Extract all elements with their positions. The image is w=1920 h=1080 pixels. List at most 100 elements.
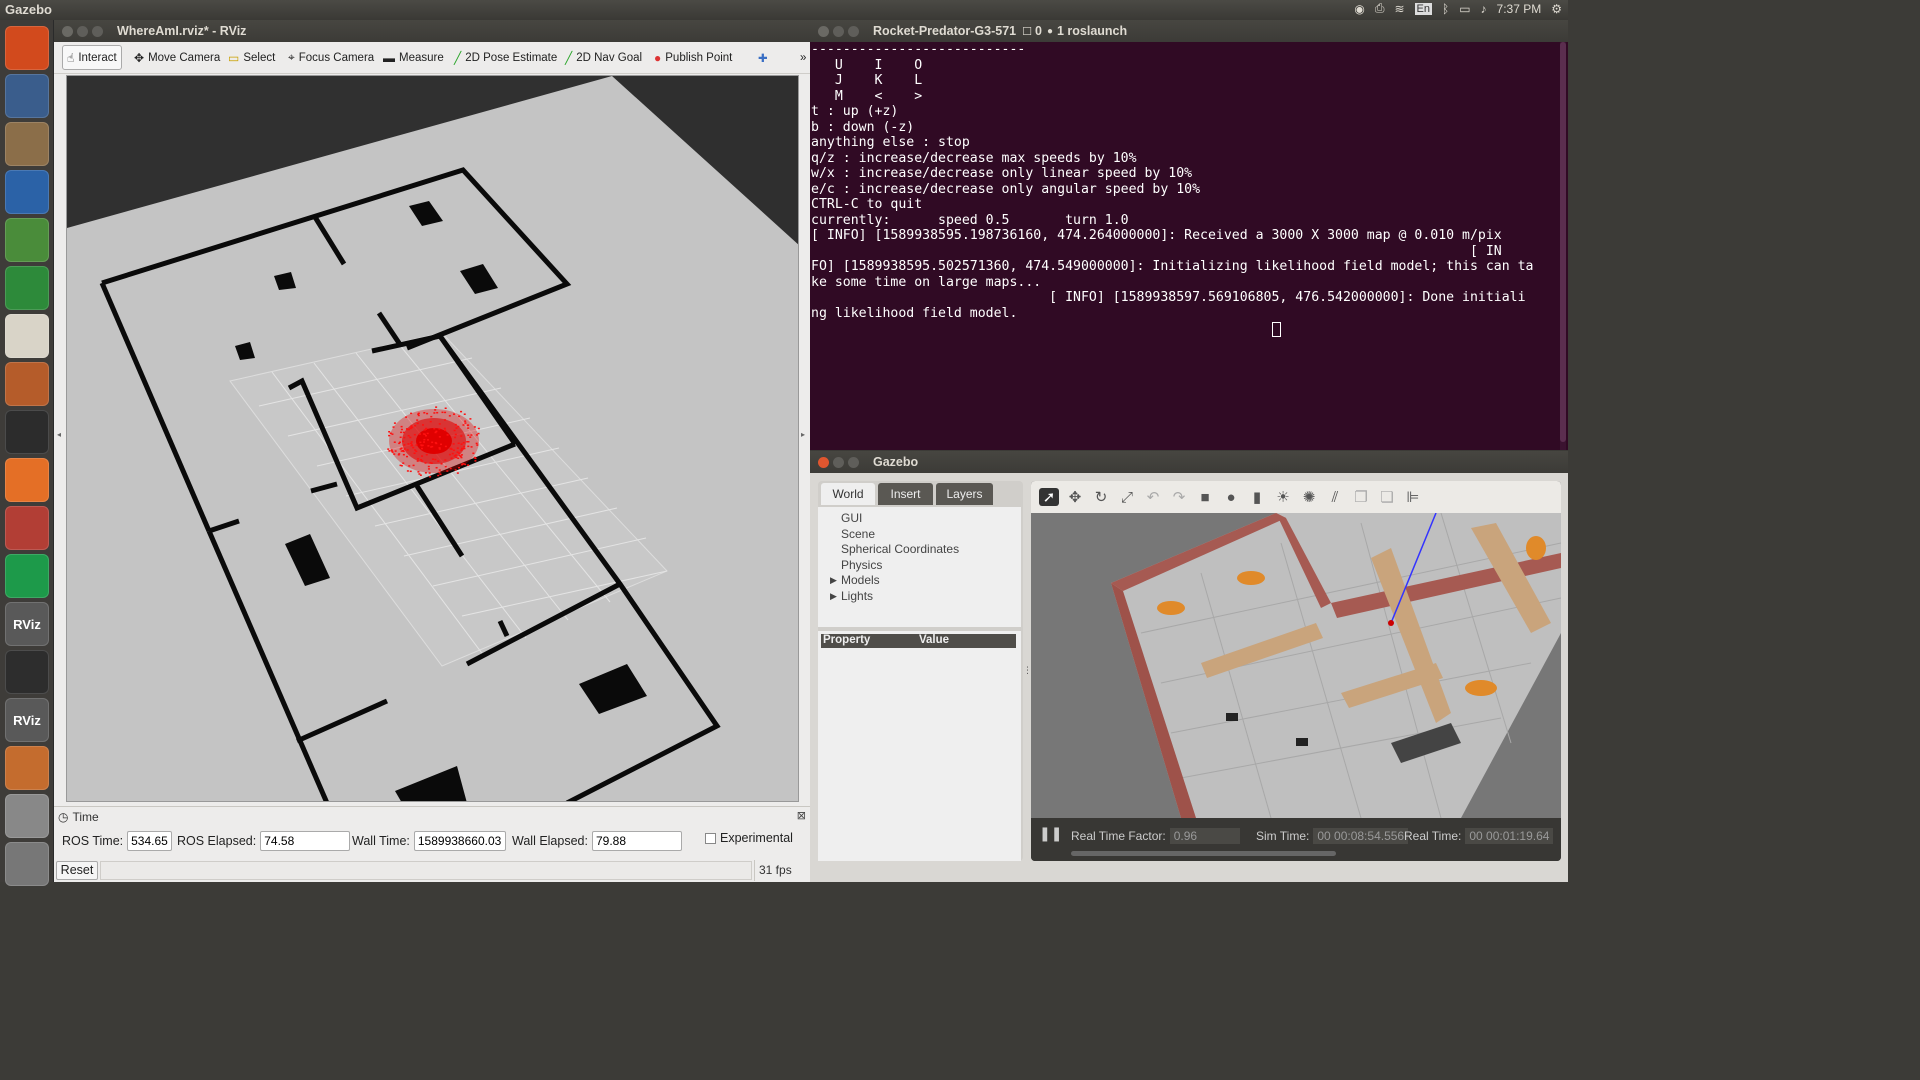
ros-elapsed-field[interactable] xyxy=(260,831,351,851)
add-tool-button[interactable]: ✚ xyxy=(754,45,772,70)
tree-item-spherical[interactable]: Spherical Coordinates xyxy=(841,542,959,556)
clock[interactable]: 7:37 PM xyxy=(1497,2,1542,16)
trash-icon[interactable] xyxy=(5,842,49,886)
pose-estimate-tool[interactable]: ╱ 2D Pose Estimate xyxy=(450,45,561,70)
obs-tray-icon[interactable]: ◉ xyxy=(1354,2,1364,16)
terminal-titlebar[interactable]: Rocket-Predator-G3-571 ☐ 0 ● 1 roslaunch xyxy=(810,20,1568,42)
software-center-icon[interactable] xyxy=(5,458,49,502)
files-icon[interactable] xyxy=(5,122,49,166)
tree-item-gui[interactable]: GUI xyxy=(841,511,862,525)
chrome-icon[interactable] xyxy=(5,218,49,262)
align-icon[interactable]: ⊫ xyxy=(1403,488,1423,506)
particle xyxy=(427,445,430,447)
scale-mode-icon[interactable]: ⤢ xyxy=(1117,489,1137,506)
amazon-icon[interactable] xyxy=(5,314,49,358)
printer-icon[interactable]: ⎙ xyxy=(1375,1,1385,16)
tree-item-physics[interactable]: Physics xyxy=(841,558,882,572)
gear-icon[interactable]: ⚙ xyxy=(1551,2,1562,16)
translate-mode-icon[interactable]: ✥ xyxy=(1065,488,1085,506)
battery-icon[interactable]: ▭ xyxy=(1459,2,1470,16)
particle xyxy=(410,444,413,447)
gazebo-icon[interactable] xyxy=(5,746,49,790)
spot-light-icon[interactable]: ✺ xyxy=(1299,488,1319,506)
pause-icon[interactable]: ❚❚ xyxy=(1039,825,1062,842)
right-dock-handle[interactable]: ▸ xyxy=(799,75,810,802)
tab-layers[interactable]: Layers xyxy=(936,483,993,505)
settings-icon[interactable] xyxy=(5,506,49,550)
reset-button[interactable]: Reset xyxy=(56,861,98,880)
paste-icon[interactable]: ❏ xyxy=(1377,488,1397,506)
box-shape-icon[interactable]: ■ xyxy=(1195,489,1215,506)
spotify-icon[interactable] xyxy=(5,554,49,598)
directional-light-icon[interactable]: ⫽ xyxy=(1325,489,1345,506)
gazebo-titlebar[interactable]: Gazebo xyxy=(810,451,1568,473)
terminal-scrollbar[interactable] xyxy=(1560,42,1566,450)
copy-icon[interactable]: ❐ xyxy=(1351,488,1371,506)
left-dock-handle[interactable]: ◂ xyxy=(54,75,66,802)
ubuntu-dash-icon[interactable] xyxy=(5,26,49,70)
terminal-tab-title[interactable]: 1 roslaunch xyxy=(1057,24,1127,38)
interact-tool[interactable]: ☝ Interact xyxy=(62,45,122,70)
rviz-titlebar[interactable]: WhereAmI.rviz* - RViz xyxy=(54,20,810,42)
ros-time-field[interactable] xyxy=(127,831,173,851)
world-tree: GUI Scene Spherical Coordinates Physics … xyxy=(818,507,1021,627)
volume-icon[interactable]: ♪ xyxy=(1481,2,1487,16)
maximize-icon[interactable] xyxy=(848,25,859,37)
close-icon[interactable] xyxy=(818,456,829,468)
tab-world[interactable]: World xyxy=(821,483,875,505)
wifi-icon[interactable]: ≋ xyxy=(1394,2,1404,16)
close-icon[interactable] xyxy=(62,25,73,37)
writer-icon[interactable] xyxy=(5,170,49,214)
rotate-mode-icon[interactable]: ↻ xyxy=(1091,488,1111,506)
drive-icon[interactable] xyxy=(5,794,49,838)
cylinder-shape-icon[interactable]: ▮ xyxy=(1247,488,1267,506)
calc-icon[interactable] xyxy=(5,266,49,310)
focus-camera-tool[interactable]: ⌖ Focus Camera xyxy=(284,45,378,70)
gazebo-3d-scene[interactable] xyxy=(1031,513,1561,818)
maximize-icon[interactable] xyxy=(848,456,859,468)
select-tool[interactable]: ▭ Select xyxy=(224,45,279,70)
maximize-icon[interactable] xyxy=(92,25,103,37)
tree-item-models[interactable]: Models xyxy=(841,573,880,587)
rviz-3d-view[interactable] xyxy=(66,75,799,802)
obs-icon[interactable] xyxy=(5,650,49,694)
expand-arrow-icon[interactable]: ▶ xyxy=(830,591,837,602)
close-icon[interactable]: ⊠ xyxy=(797,809,806,822)
wall-time-field[interactable] xyxy=(413,831,506,851)
particle xyxy=(435,442,438,445)
particle xyxy=(427,465,430,468)
keyboard-layout[interactable]: En xyxy=(1414,2,1432,15)
wall-elapsed-field[interactable] xyxy=(591,831,682,851)
tree-item-scene[interactable]: Scene xyxy=(841,527,875,541)
undo-icon[interactable]: ↶ xyxy=(1143,488,1163,506)
point-light-icon[interactable]: ☀ xyxy=(1273,488,1293,506)
publish-point-tool[interactable]: ● Publish Point xyxy=(650,45,736,70)
value-header: Value xyxy=(919,634,950,646)
close-icon[interactable] xyxy=(818,25,829,37)
terminal-output[interactable]: --------------------------- U I O J K L … xyxy=(810,42,1560,450)
minimize-icon[interactable] xyxy=(833,456,844,468)
rviz-icon-2[interactable]: RViz xyxy=(5,698,49,742)
expand-arrow-icon[interactable]: ▶ xyxy=(830,575,837,586)
minimize-icon[interactable] xyxy=(833,25,844,37)
sphere-shape-icon[interactable]: ● xyxy=(1221,489,1241,506)
measure-tool[interactable]: ▬ Measure xyxy=(379,45,448,70)
terminal-icon[interactable] xyxy=(5,410,49,454)
nav-goal-tool[interactable]: ╱ 2D Nav Goal xyxy=(561,45,646,70)
particle xyxy=(462,424,465,426)
redo-icon[interactable]: ↷ xyxy=(1169,488,1189,506)
particle xyxy=(430,415,433,418)
bluetooth-icon[interactable]: ᛒ xyxy=(1442,2,1449,16)
tree-item-lights[interactable]: Lights xyxy=(841,589,873,603)
rviz-icon[interactable]: RViz xyxy=(5,602,49,646)
toolbar-overflow-icon[interactable]: » xyxy=(796,45,810,70)
particle xyxy=(406,470,409,472)
move-camera-tool[interactable]: ✥ Move Camera xyxy=(130,45,224,70)
horizontal-scrollbar[interactable] xyxy=(1071,851,1336,856)
minimize-icon[interactable] xyxy=(77,25,88,37)
tab-insert[interactable]: Insert xyxy=(878,483,933,505)
select-mode-icon[interactable]: ➚ xyxy=(1039,488,1059,506)
impress-icon[interactable] xyxy=(5,362,49,406)
matlab-icon[interactable] xyxy=(5,74,49,118)
experimental-checkbox[interactable] xyxy=(705,832,716,844)
